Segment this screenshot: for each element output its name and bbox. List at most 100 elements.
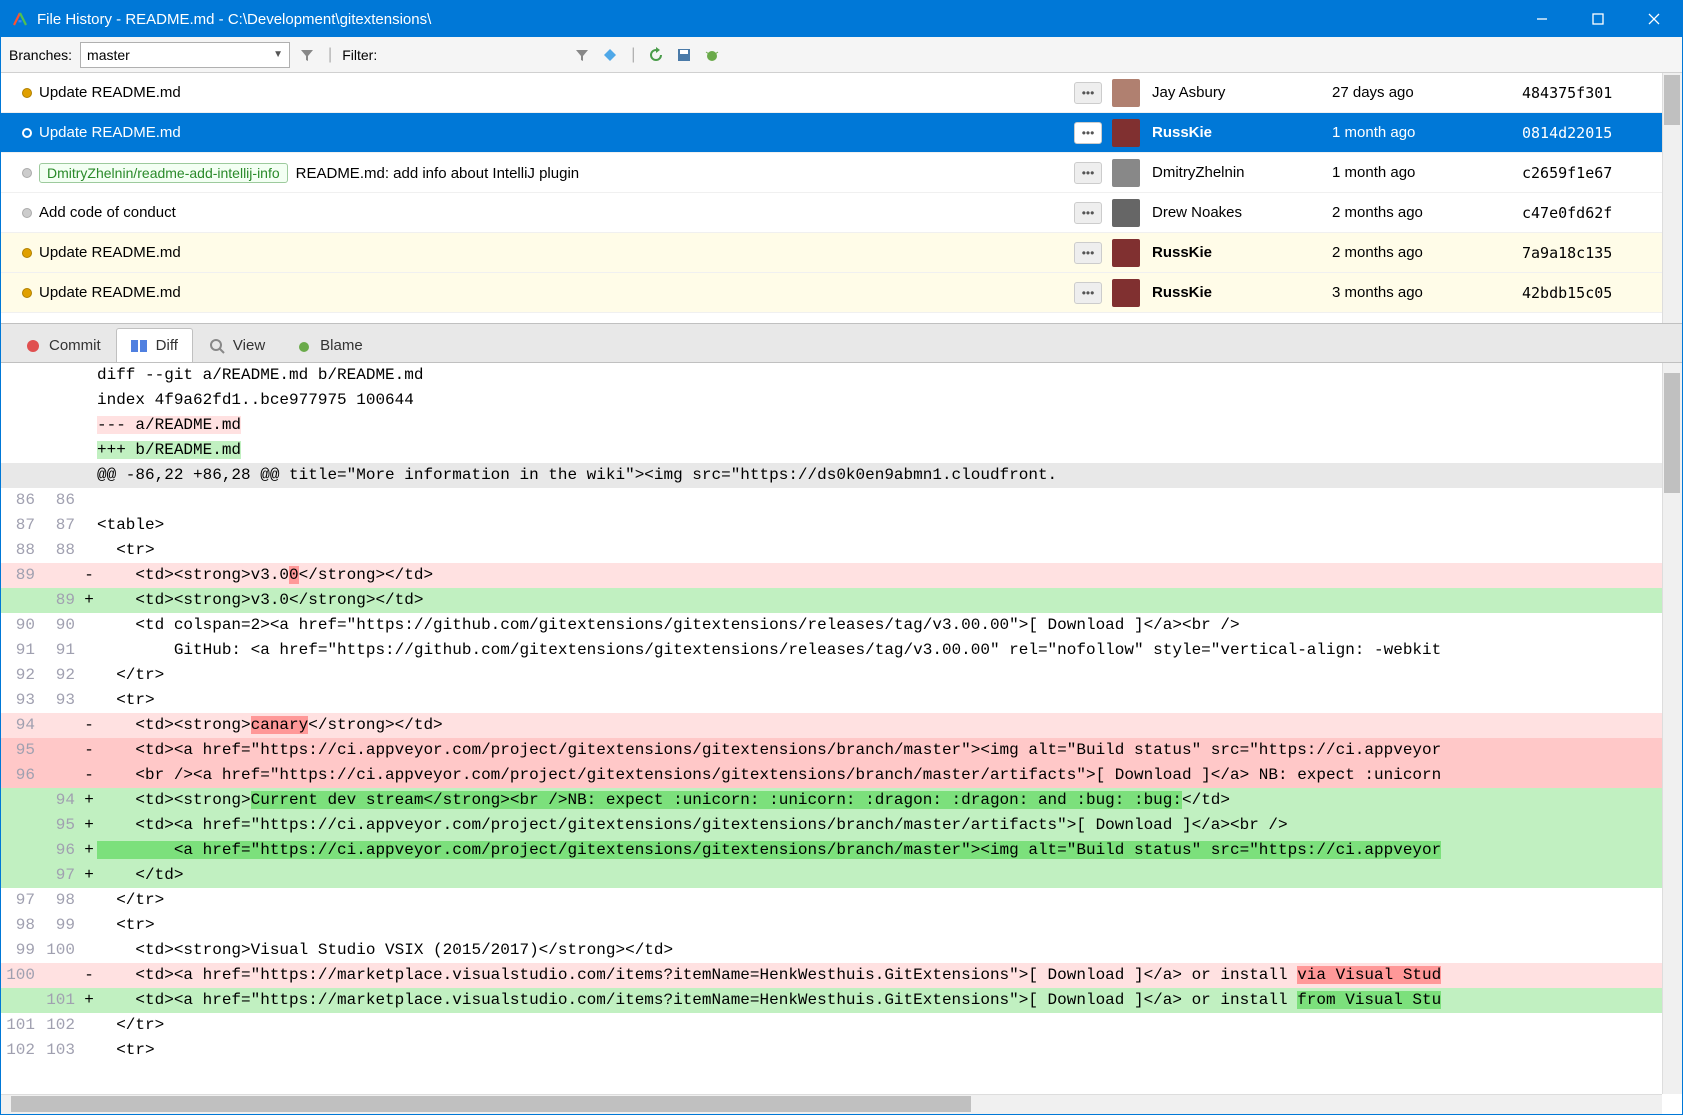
commit-hash: 42bdb15c05 [1522,284,1662,302]
diff-line: 96- <br /><a href="https://ci.appveyor.c… [1,763,1662,788]
commit-date: 2 months ago [1332,204,1522,221]
commit-message: Update README.md [39,124,1074,141]
history-row[interactable]: Update README.md••• RussKie3 months ago42… [1,273,1662,313]
diff-line: 9393 <tr> [1,688,1662,713]
diff-plus-file: +++ b/README.md [1,438,1662,463]
more-button[interactable]: ••• [1074,242,1102,264]
save-icon[interactable] [673,44,695,66]
filter-label: Filter: [342,47,377,63]
diff-line: 95+ <td><a href="https://ci.appveyor.com… [1,813,1662,838]
tab-blame[interactable]: Blame [280,328,378,362]
tabs-bar: Commit Diff View Blame [1,323,1682,363]
commit-hash: 0814d22015 [1522,124,1662,142]
diff-line: 100- <td><a href="https://marketplace.vi… [1,963,1662,988]
commit-hash: 7a9a18c135 [1522,244,1662,262]
commit-icon [24,337,42,355]
commit-message: Add code of conduct [39,204,1074,221]
history-row[interactable]: Update README.md•••Jay Asbury27 days ago… [1,73,1662,113]
diff-line: 95- <td><a href="https://ci.appveyor.com… [1,738,1662,763]
diff-line: 96+ <a href="https://ci.appveyor.com/pro… [1,838,1662,863]
author: RussKie [1152,244,1332,261]
diff-header-line: diff --git a/README.md b/README.md [1,363,1662,388]
window-title: File History - README.md - C:\Developmen… [37,11,1514,28]
filter-icon[interactable] [296,44,318,66]
more-button[interactable]: ••• [1074,162,1102,184]
diff-scrollbar-vertical[interactable] [1662,363,1682,1094]
history-row[interactable]: DmitryZhelnin/readme-add-intellij-infoRE… [1,153,1662,193]
chevron-down-icon: ▼ [273,49,283,60]
commit-date: 1 month ago [1332,124,1522,141]
app-window: File History - README.md - C:\Developmen… [0,0,1683,1115]
blame-icon [295,337,313,355]
author: RussKie [1152,284,1332,301]
diff-line: 89- <td><strong>v3.00</strong></td> [1,563,1662,588]
diff-line: 101+ <td><a href="https://marketplace.vi… [1,988,1662,1013]
titlebar: File History - README.md - C:\Developmen… [1,1,1682,37]
author: Drew Noakes [1152,204,1332,221]
diff-line: 9798 </tr> [1,888,1662,913]
diff-line: 94+ <td><strong>Current dev stream</stro… [1,788,1662,813]
commit-date: 2 months ago [1332,244,1522,261]
avatar [1112,199,1140,227]
diff-view: diff --git a/README.md b/README.mdindex … [1,363,1682,1114]
close-button[interactable] [1626,1,1682,37]
diff-line: 99100 <td><strong>Visual Studio VSIX (20… [1,938,1662,963]
history-scrollbar[interactable] [1662,73,1682,323]
diff-line: 89+ <td><strong>v3.0</strong></td> [1,588,1662,613]
maximize-button[interactable] [1570,1,1626,37]
history-row[interactable]: Update README.md••• RussKie2 months ago7a… [1,233,1662,273]
history-row[interactable]: Update README.md••• RussKie1 month ago081… [1,113,1662,153]
diff-scrollbar-horizontal[interactable] [1,1094,1662,1114]
commit-message: Update README.md [39,284,1074,301]
tab-commit[interactable]: Commit [9,328,116,362]
author: DmitryZhelnin [1152,164,1332,181]
diff-line: 101102 </tr> [1,1013,1662,1038]
avatar [1112,119,1140,147]
history-list: Update README.md•••Jay Asbury27 days ago… [1,73,1682,323]
separator: | [328,46,332,64]
commit-date: 1 month ago [1332,164,1522,181]
history-row[interactable]: Add code of conduct••• Drew Noakes2 month… [1,193,1662,233]
more-button[interactable]: ••• [1074,122,1102,144]
diff-icon [131,337,149,355]
diff-line: 9292 </tr> [1,663,1662,688]
toolbar: Branches: master ▼ | Filter: | [1,37,1682,73]
branches-label: Branches: [9,47,72,63]
diff-line: 97+ </td> [1,863,1662,888]
diff-line: 94- <td><strong>canary</strong></td> [1,713,1662,738]
blue-diamond-icon[interactable] [599,44,621,66]
diff-minus-file: --- a/README.md [1,413,1662,438]
diff-line: 102103 <tr> [1,1038,1662,1063]
avatar [1112,279,1140,307]
branch-select-value: master [87,47,130,63]
avatar [1112,79,1140,107]
commit-hash: c2659f1e67 [1522,164,1662,182]
more-button[interactable]: ••• [1074,82,1102,104]
diff-line: 9090 <td colspan=2><a href="https://gith… [1,613,1662,638]
more-button[interactable]: ••• [1074,202,1102,224]
commit-date: 3 months ago [1332,284,1522,301]
commit-message: Update README.md [39,244,1074,261]
view-icon [208,337,226,355]
avatar [1112,239,1140,267]
app-logo-icon [11,10,29,28]
author: RussKie [1152,124,1332,141]
commit-date: 27 days ago [1332,84,1522,101]
diff-line: 9899 <tr> [1,913,1662,938]
diff-line: 8787 <table> [1,513,1662,538]
branch-select[interactable]: master ▼ [80,42,290,68]
tab-view[interactable]: View [193,328,280,362]
more-button[interactable]: ••• [1074,282,1102,304]
tab-diff[interactable]: Diff [116,328,193,362]
bug-icon[interactable] [701,44,723,66]
diff-line: 8686 [1,488,1662,513]
diff-hunk-header: @@ -86,22 +86,28 @@ title="More informat… [1,463,1662,488]
refresh-icon[interactable] [645,44,667,66]
minimize-button[interactable] [1514,1,1570,37]
filter2-icon[interactable] [571,44,593,66]
diff-line: 8888 <tr> [1,538,1662,563]
diff-line: 9191 GitHub: <a href="https://github.com… [1,638,1662,663]
branch-tag[interactable]: DmitryZhelnin/readme-add-intellij-info [39,163,288,183]
avatar [1112,159,1140,187]
commit-message: Update README.md [39,84,1074,101]
